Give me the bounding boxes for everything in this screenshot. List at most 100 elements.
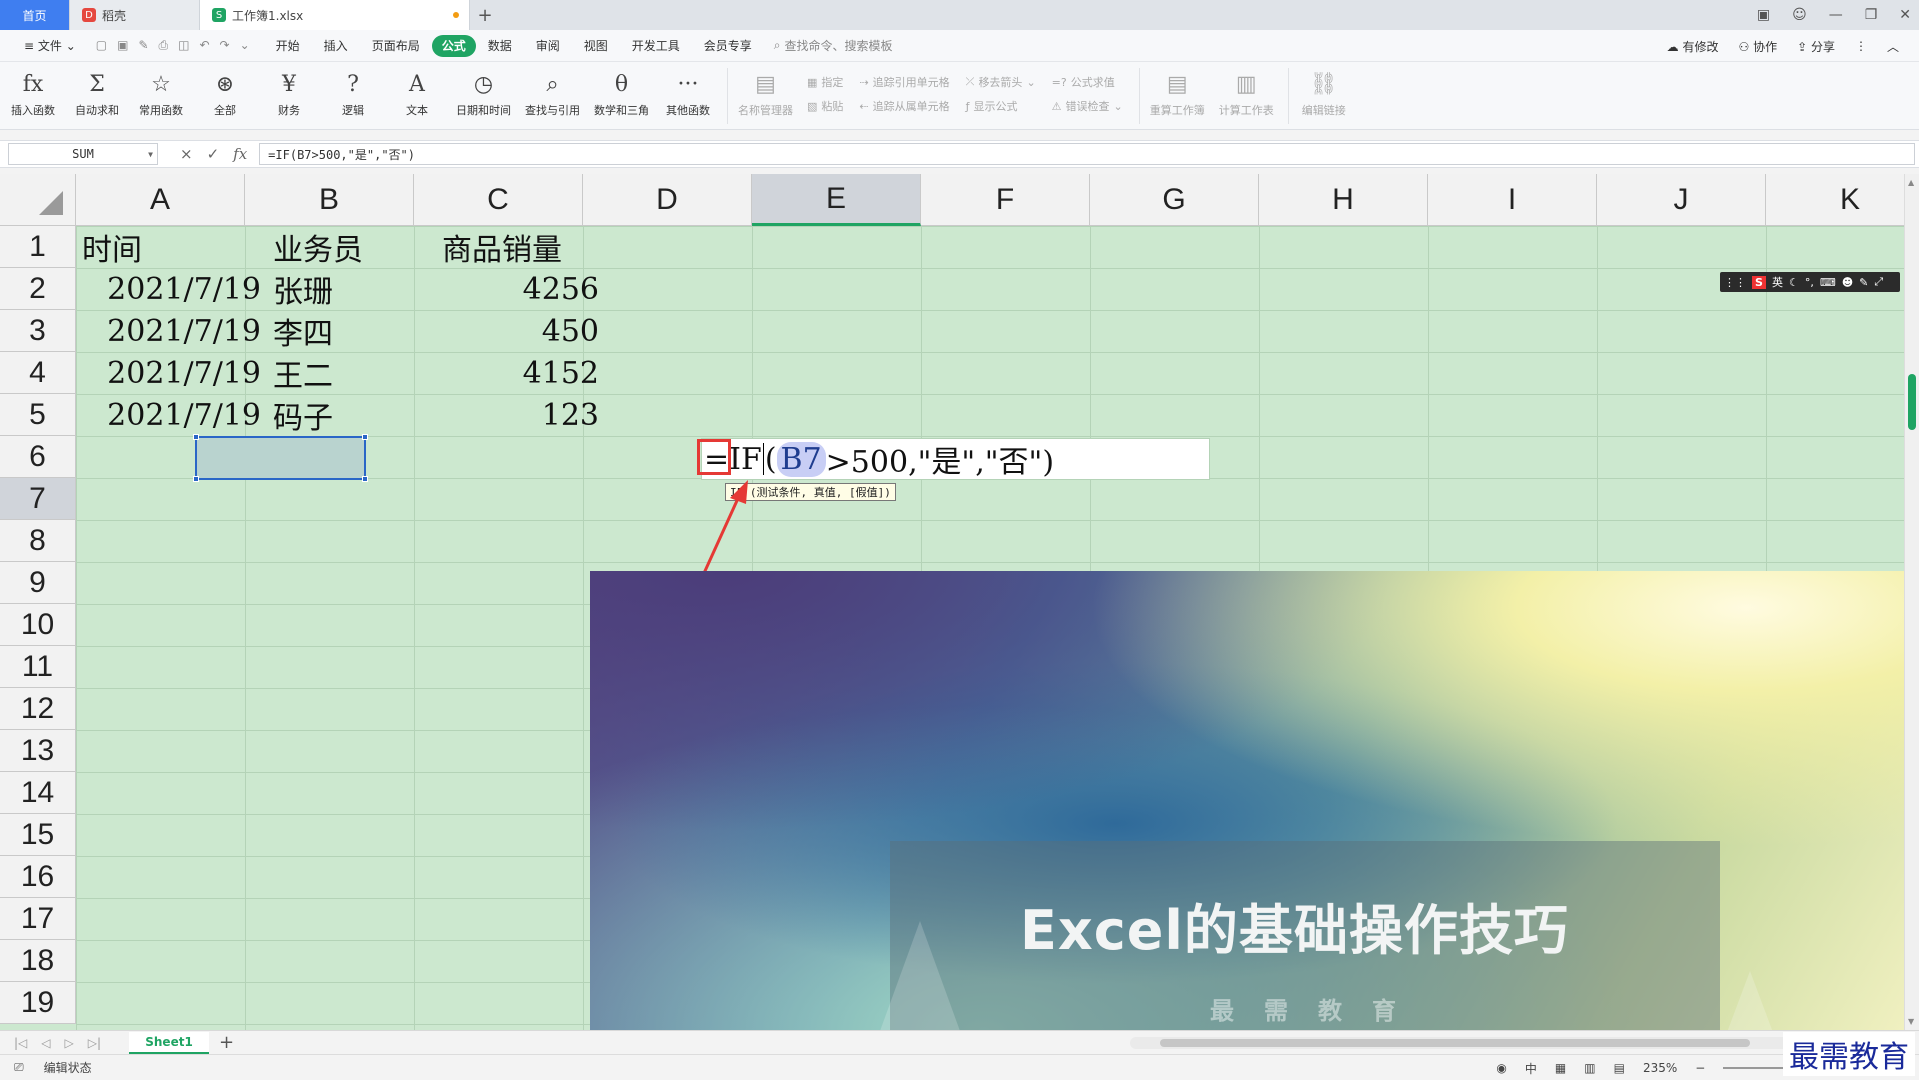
- tab-home[interactable]: 首页: [0, 0, 70, 30]
- macro-record-icon[interactable]: ⎚: [14, 1060, 24, 1075]
- keyboard-icon[interactable]: ⌨: [1820, 276, 1836, 289]
- row-header-3[interactable]: 3: [0, 310, 76, 352]
- moon-icon[interactable]: ☾: [1789, 276, 1799, 289]
- restore-icon[interactable]: ❐: [1865, 7, 1878, 23]
- row-header-12[interactable]: 12: [0, 688, 76, 730]
- menu-view[interactable]: 视图: [572, 35, 620, 57]
- cell-a5[interactable]: 2021/7/19: [76, 394, 267, 436]
- tab-workbook[interactable]: S 工作簿1.xlsx: [200, 0, 470, 30]
- specify-button[interactable]: ▦ 指定: [807, 74, 843, 90]
- scroll-up-icon[interactable]: ▲: [1908, 178, 1914, 187]
- row-header-9[interactable]: 9: [0, 562, 76, 604]
- eval-formula-button[interactable]: =? 公式求值: [1052, 74, 1123, 90]
- column-header-e[interactable]: E: [752, 174, 921, 226]
- row-header-18[interactable]: 18: [0, 940, 76, 982]
- logical-button[interactable]: ? 逻辑: [328, 68, 378, 118]
- row-header-10[interactable]: 10: [0, 604, 76, 646]
- insert-function-button[interactable]: fx 插入函数: [8, 68, 58, 118]
- scroll-down-icon[interactable]: ▼: [1908, 1017, 1914, 1026]
- row-header-1[interactable]: 1: [0, 226, 76, 268]
- menu-developer[interactable]: 开发工具: [620, 35, 692, 57]
- row-header-8[interactable]: 8: [0, 520, 76, 562]
- trace-precedents-button[interactable]: ⇢ 追踪引用单元格: [859, 74, 949, 90]
- other-functions-button[interactable]: ··· 其他函数: [663, 68, 713, 118]
- row-header-2[interactable]: 2: [0, 268, 76, 310]
- column-header-b[interactable]: B: [245, 174, 414, 226]
- cell-a2[interactable]: 2021/7/19: [76, 268, 267, 310]
- modified-button[interactable]: ☁ 有修改: [1667, 38, 1719, 55]
- menu-start[interactable]: 开始: [264, 35, 312, 57]
- command-search[interactable]: ⌕ 查找命令、搜索模板: [774, 37, 893, 54]
- zoom-out-icon[interactable]: −: [1695, 1061, 1705, 1075]
- cell-c5[interactable]: 123: [436, 394, 605, 436]
- wrench-icon[interactable]: ✎: [1859, 276, 1868, 289]
- new-icon[interactable]: ▢: [96, 38, 107, 53]
- column-header-g[interactable]: G: [1090, 174, 1259, 226]
- select-all-corner[interactable]: [0, 174, 76, 226]
- selection-handle[interactable]: [362, 434, 368, 440]
- row-header-4[interactable]: 4: [0, 352, 76, 394]
- prev-sheet-icon[interactable]: ◁: [41, 1036, 50, 1050]
- vertical-scrollbar[interactable]: ▲ ▼: [1904, 174, 1919, 1030]
- cell-b2[interactable]: 张珊: [267, 268, 436, 310]
- column-header-i[interactable]: I: [1428, 174, 1597, 226]
- name-box[interactable]: SUM ▼: [8, 143, 158, 165]
- horizontal-scroll-thumb[interactable]: [1160, 1039, 1750, 1047]
- page-break-view-icon[interactable]: ▤: [1614, 1061, 1625, 1075]
- cell-a1[interactable]: 时间: [76, 226, 245, 268]
- print-icon[interactable]: ⎙: [159, 38, 169, 53]
- menu-formulas[interactable]: 公式: [431, 34, 476, 57]
- preview-icon[interactable]: ◫: [178, 38, 189, 53]
- format-painter-icon[interactable]: ✎: [138, 38, 148, 53]
- column-header-c[interactable]: C: [414, 174, 583, 226]
- cell-c3[interactable]: 450: [436, 310, 605, 352]
- error-check-button[interactable]: ⚠ 错误检查 ⌄: [1052, 98, 1123, 114]
- edit-links-button[interactable]: ⛓ 编辑链接: [1299, 68, 1349, 118]
- common-functions-button[interactable]: ☆ 常用函数: [136, 68, 186, 118]
- selection-handle[interactable]: [193, 434, 199, 440]
- fx-icon[interactable]: fx: [233, 145, 247, 163]
- chevron-down-icon[interactable]: ▼: [148, 150, 153, 159]
- menu-insert[interactable]: 插入: [312, 35, 360, 57]
- lookup-button[interactable]: ⌕ 查找与引用: [525, 68, 580, 118]
- share-button[interactable]: ⇪ 分享: [1797, 38, 1835, 55]
- row-header-5[interactable]: 5: [0, 394, 76, 436]
- cell-editor-e7[interactable]: = IF ( B7 >500,"是","否"): [701, 438, 1210, 480]
- input-mode[interactable]: 中: [1525, 1060, 1537, 1077]
- selected-cell-b7[interactable]: [193, 434, 368, 482]
- column-header-d[interactable]: D: [583, 174, 752, 226]
- confirm-icon[interactable]: ✓: [207, 145, 220, 163]
- menu-review[interactable]: 审阅: [524, 35, 572, 57]
- autosum-button[interactable]: Σ 自动求和: [72, 68, 122, 118]
- close-icon[interactable]: ✕: [1899, 7, 1911, 23]
- selection-handle[interactable]: [362, 476, 368, 482]
- cell-b5[interactable]: 码子: [267, 394, 436, 436]
- row-header-13[interactable]: 13: [0, 730, 76, 772]
- page-layout-view-icon[interactable]: ▥: [1584, 1061, 1595, 1075]
- expand-icon[interactable]: ⤢: [1874, 275, 1883, 289]
- text-button[interactable]: A 文本: [392, 68, 442, 118]
- ime-toolbar[interactable]: ⋮⋮ S 英 ☾ °, ⌨ ☻ ✎ ⤢: [1720, 272, 1900, 292]
- collab-button[interactable]: ⚇ 协作: [1738, 38, 1777, 55]
- user-avatar-icon[interactable]: ☺: [1792, 7, 1807, 23]
- row-header-6[interactable]: 6: [0, 436, 76, 478]
- column-header-j[interactable]: J: [1597, 174, 1766, 226]
- menu-page-layout[interactable]: 页面布局: [360, 35, 432, 57]
- menu-data[interactable]: 数据: [476, 35, 524, 57]
- trace-dependents-button[interactable]: ⇠ 追踪从属单元格: [859, 98, 949, 114]
- cell-a3[interactable]: 2021/7/19: [76, 310, 267, 352]
- row-header-19[interactable]: 19: [0, 982, 76, 1024]
- user-icon[interactable]: ☻: [1842, 276, 1853, 289]
- punctuation-icon[interactable]: °,: [1805, 276, 1814, 289]
- formula-input[interactable]: =IF(B7>500,"是","否"): [259, 143, 1915, 165]
- save-icon[interactable]: ▣: [117, 38, 128, 53]
- new-tab-button[interactable]: +: [470, 0, 500, 30]
- row-header-17[interactable]: 17: [0, 898, 76, 940]
- calc-sheet-button[interactable]: ▥ 计算工作表: [1219, 68, 1274, 118]
- last-sheet-icon[interactable]: ▷|: [88, 1036, 101, 1050]
- cell-c1[interactable]: 商品销量: [436, 226, 605, 268]
- remove-arrows-button[interactable]: ⤫ 移去箭头 ⌄: [966, 74, 1036, 90]
- collapse-ribbon-icon[interactable]: ︿: [1887, 38, 1899, 55]
- math-trig-button[interactable]: θ 数学和三角: [594, 68, 649, 118]
- all-functions-button[interactable]: ⊛ 全部: [200, 68, 250, 118]
